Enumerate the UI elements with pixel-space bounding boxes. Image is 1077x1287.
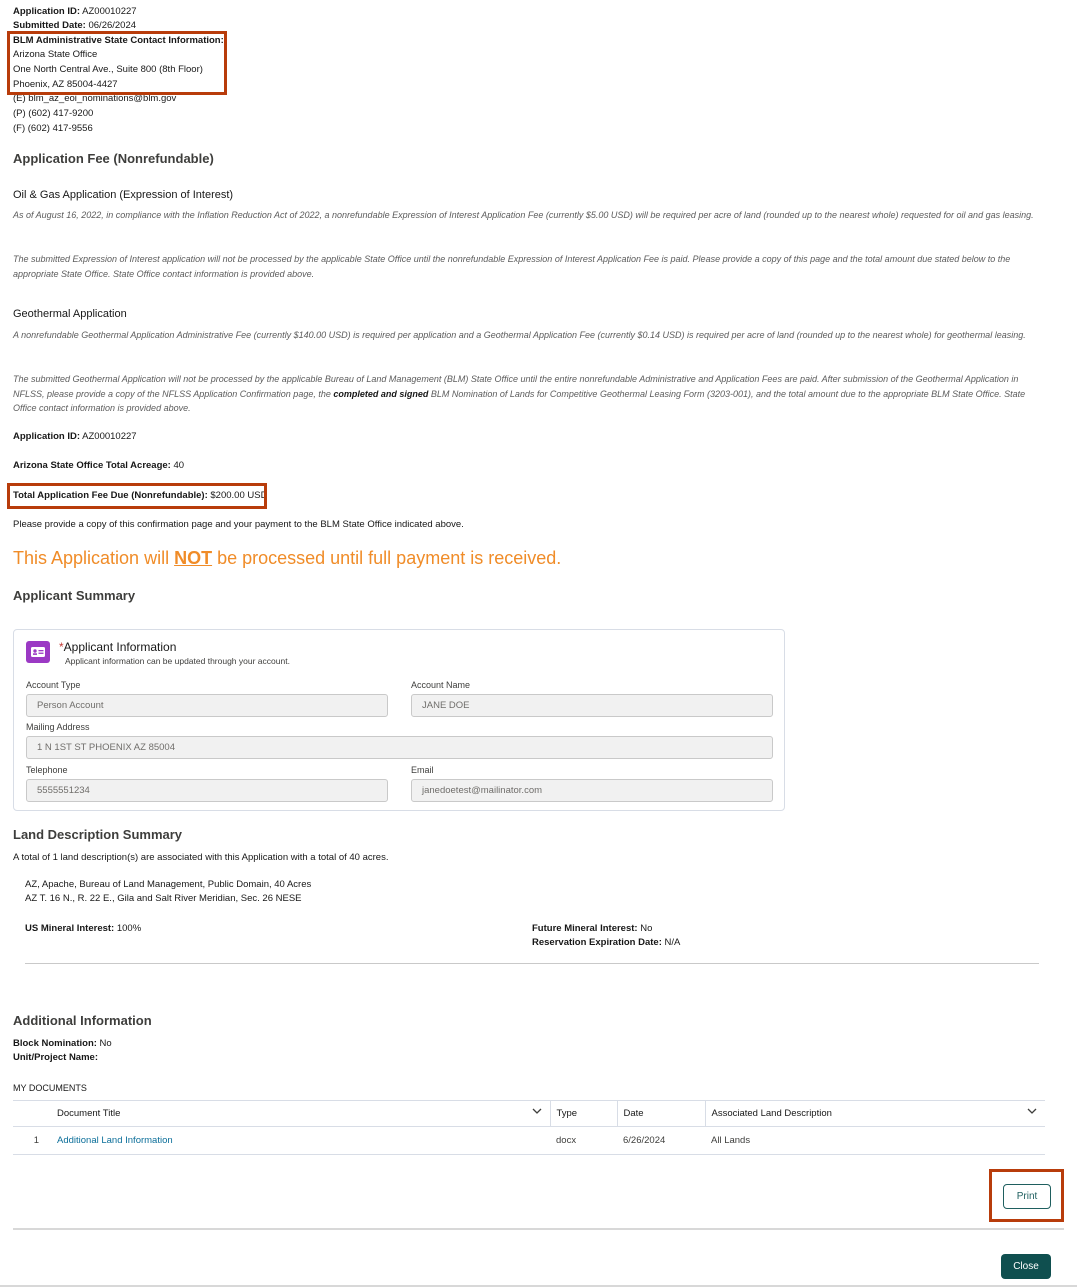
mailing-address-label: Mailing Address	[26, 722, 90, 732]
document-type-cell: docx	[550, 1126, 617, 1155]
geothermal-paragraph-2: The submitted Geothermal Application wil…	[13, 374, 1026, 413]
total-acreage: Arizona State Office Total Acreage: 40	[13, 460, 185, 471]
oil-gas-paragraph-1: As of August 16, 2022, in compliance wit…	[13, 210, 1034, 220]
application-id: Application ID: AZ00010227	[13, 6, 137, 17]
chevron-down-icon[interactable]	[532, 1108, 542, 1115]
print-button[interactable]: Print	[1003, 1184, 1051, 1209]
mailing-address-field[interactable]: 1 N 1ST ST PHOENIX AZ 85004	[26, 736, 773, 759]
additional-information-heading: Additional Information	[13, 1013, 152, 1028]
contact-card-icon	[26, 641, 50, 663]
land-description-heading: Land Description Summary	[13, 827, 183, 842]
highlight-total-fee-box	[7, 483, 267, 509]
applicant-information-card: *Applicant Information Applicant informa…	[13, 629, 785, 811]
applicant-summary-heading: Applicant Summary	[13, 588, 136, 603]
row-number-header	[13, 1100, 45, 1127]
row-number: 1	[13, 1126, 45, 1155]
telephone-field[interactable]: 5555551234	[26, 779, 388, 802]
documents-table: Document Title Type Date Associated Land…	[13, 1100, 1045, 1155]
column-header-type[interactable]: Type	[549, 1100, 617, 1127]
fee-application-id: Application ID: AZ00010227	[13, 431, 137, 442]
table-header-row: Document Title Type Date Associated Land…	[13, 1100, 1045, 1127]
land-summary: A total of 1 land description(s) are ass…	[13, 852, 389, 863]
highlight-contact-box	[7, 31, 227, 95]
payment-warning: This Application will NOT be processed u…	[13, 548, 562, 568]
document-title-cell: Additional Land Information	[45, 1126, 550, 1155]
account-type-label: Account Type	[26, 680, 81, 690]
account-type-field[interactable]: Person Account	[26, 694, 388, 717]
payment-note: Please provide a copy of this confirmati…	[13, 519, 464, 530]
fee-heading: Application Fee (Nonrefundable)	[13, 151, 214, 166]
footer-divider	[13, 1228, 1064, 1230]
oil-gas-heading: Oil & Gas Application (Expression of Int…	[13, 189, 234, 201]
column-header-date[interactable]: Date	[616, 1100, 705, 1127]
block-nomination: Block Nomination: No	[13, 1038, 112, 1049]
account-name-label: Account Name	[411, 680, 471, 690]
telephone-label: Telephone	[26, 765, 68, 775]
contact-phone: (P) (602) 417-9200	[13, 108, 94, 119]
reservation-expiration-date: Reservation Expiration Date: N/A	[532, 937, 681, 948]
oil-gas-paragraph-2: The submitted Expression of Interest app…	[13, 254, 1011, 279]
future-mineral-interest: Future Mineral Interest: No	[532, 923, 653, 934]
chevron-down-icon[interactable]	[1027, 1108, 1037, 1115]
document-land-cell: All Lands	[705, 1126, 1045, 1155]
land-divider	[25, 963, 1039, 964]
geothermal-heading: Geothermal Application	[13, 308, 127, 320]
geothermal-paragraph-1: A nonrefundable Geothermal Application A…	[13, 330, 1026, 340]
column-header-associated-land[interactable]: Associated Land Description	[704, 1100, 1045, 1127]
unit-project-name: Unit/Project Name:	[13, 1052, 98, 1063]
close-button[interactable]: Close	[1001, 1254, 1051, 1279]
email-field[interactable]: janedoetest@mailinator.com	[411, 779, 773, 802]
us-mineral-interest: US Mineral Interest: 100%	[25, 923, 142, 934]
my-documents-label: MY DOCUMENTS	[13, 1083, 87, 1093]
account-name-field[interactable]: JANE DOE	[411, 694, 773, 717]
land-description-line-2: AZ T. 16 N., R. 22 E., Gila and Salt Riv…	[25, 893, 302, 904]
land-description-line-1: AZ, Apache, Bureau of Land Management, P…	[25, 879, 312, 890]
card-title: *Applicant Information	[59, 640, 177, 654]
contact-fax: (F) (602) 417-9556	[13, 123, 93, 134]
email-label: Email	[411, 765, 434, 775]
column-header-document-title[interactable]: Document Title	[45, 1100, 550, 1127]
document-link[interactable]: Additional Land Information	[57, 1135, 173, 1146]
document-date-cell: 6/26/2024	[617, 1126, 705, 1155]
card-subtitle: Applicant information can be updated thr…	[65, 656, 290, 666]
table-row: 1 Additional Land Information docx 6/26/…	[13, 1126, 1045, 1155]
